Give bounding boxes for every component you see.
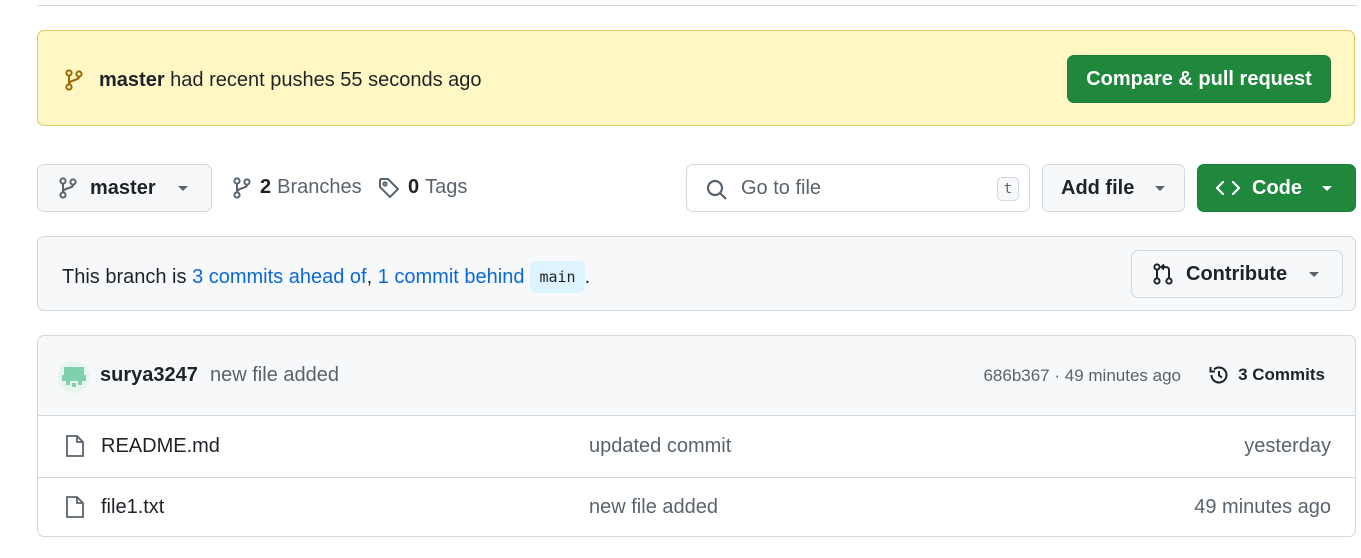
file-name[interactable]: README.md	[101, 435, 220, 458]
chevron-down-icon	[1154, 185, 1166, 193]
file-commit-message[interactable]: updated commit	[589, 435, 731, 458]
commits-ahead-link[interactable]: 3 commits ahead of	[192, 264, 367, 290]
chevron-down-icon	[1308, 271, 1320, 279]
push-message-text: had recent pushes 55 seconds ago	[164, 69, 482, 91]
code-label: Code	[1252, 176, 1302, 199]
commit-author[interactable]: surya3247	[100, 364, 198, 387]
file-table: surya3247 new file added 686b367 · 49 mi…	[37, 335, 1356, 537]
tags-label: Tags	[425, 176, 468, 198]
file-icon	[65, 434, 85, 458]
chevron-down-icon	[1321, 185, 1333, 193]
git-branch-icon	[58, 177, 78, 199]
branch-info-comma: ,	[366, 266, 378, 288]
keyboard-shortcut-hint: t	[997, 177, 1019, 201]
branch-comparison-text: This branch is 3 commits ahead of, 1 com…	[62, 261, 590, 293]
search-icon	[706, 179, 728, 201]
branches-link[interactable]: 2 Branches	[232, 176, 362, 199]
chevron-down-icon	[177, 185, 189, 193]
commits-history-link[interactable]: 3 Commits	[1208, 364, 1325, 386]
file-commit-date: yesterday	[1244, 435, 1331, 457]
recent-push-banner: master had recent pushes 55 seconds ago …	[37, 30, 1355, 126]
top-divider	[37, 5, 1357, 6]
commits-behind-link[interactable]: 1 commit behind	[378, 264, 525, 290]
git-pull-request-icon	[1152, 263, 1174, 285]
branches-count: 2	[260, 176, 272, 198]
git-branch-icon	[64, 69, 84, 91]
pushed-branch-name: master	[99, 69, 165, 91]
push-message: master had recent pushes 55 seconds ago	[99, 68, 482, 92]
add-file-label: Add file	[1061, 176, 1135, 199]
code-button[interactable]: Code	[1197, 164, 1356, 212]
contribute-label: Contribute	[1186, 262, 1288, 285]
add-file-button[interactable]: Add file	[1042, 164, 1185, 212]
file-row[interactable]: README.md updated commit yesterday	[38, 416, 1355, 478]
file-row[interactable]: file1.txt new file added 49 minutes ago	[38, 477, 1355, 536]
branch-selector-label: master	[90, 176, 156, 199]
avatar[interactable]	[58, 361, 90, 393]
branch-info-prefix: This branch is	[62, 266, 193, 288]
file-icon	[65, 495, 85, 519]
file-commit-date: 49 minutes ago	[1194, 496, 1331, 518]
branch-info-suffix: .	[584, 266, 591, 288]
base-branch-badge[interactable]: main	[530, 261, 585, 293]
code-icon	[1216, 179, 1240, 197]
commit-message[interactable]: new file added	[210, 364, 339, 387]
file-commit-message[interactable]: new file added	[589, 496, 718, 519]
file-name[interactable]: file1.txt	[101, 496, 164, 519]
branch-selector-button[interactable]: master	[37, 164, 212, 212]
go-to-file-search[interactable]: Go to file t	[686, 164, 1030, 212]
history-icon	[1208, 364, 1230, 386]
branch-comparison-info: This branch is 3 commits ahead of, 1 com…	[37, 236, 1356, 311]
commits-count-label: 3 Commits	[1238, 365, 1325, 384]
latest-commit-bar: surya3247 new file added 686b367 · 49 mi…	[38, 336, 1355, 416]
contribute-button[interactable]: Contribute	[1131, 250, 1343, 298]
tag-icon	[378, 177, 400, 199]
branches-label: Branches	[277, 176, 362, 198]
search-placeholder: Go to file	[741, 177, 822, 199]
tags-link[interactable]: 0 Tags	[378, 176, 467, 199]
compare-pull-request-button[interactable]: Compare & pull request	[1067, 55, 1331, 103]
git-branch-icon	[232, 176, 252, 199]
commit-hash-time[interactable]: 686b367 · 49 minutes ago	[983, 366, 1181, 386]
tags-count: 0	[408, 176, 420, 198]
